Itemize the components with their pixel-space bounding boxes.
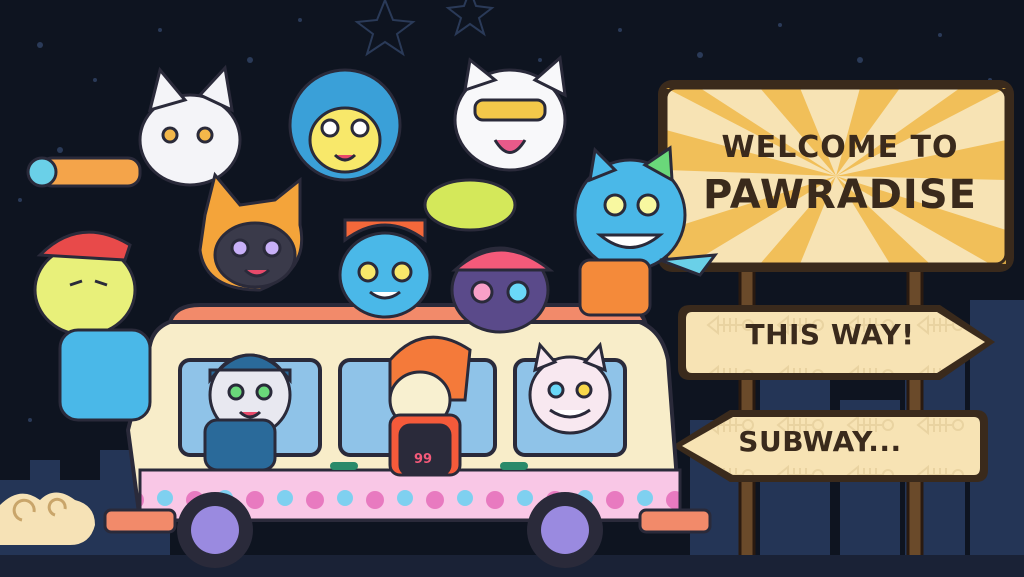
sign-title-line1: WELCOME TO <box>721 130 959 165</box>
game-scene: WELCOME TO PAWRADISE 99 THIS WAY! SUBWAY… <box>0 0 1024 577</box>
sign-title-line2: PAWRADISE <box>703 172 977 218</box>
subway-label: SUBWAY... <box>738 425 902 458</box>
this-way-label: THIS WAY! <box>745 318 915 351</box>
cat-face-icon <box>338 218 432 319</box>
bag-number: 99 <box>413 452 433 467</box>
cat-face-icon <box>288 68 402 182</box>
scene-art <box>0 0 1024 577</box>
cat-face-icon <box>528 341 612 435</box>
cat-face-icon <box>450 246 555 334</box>
